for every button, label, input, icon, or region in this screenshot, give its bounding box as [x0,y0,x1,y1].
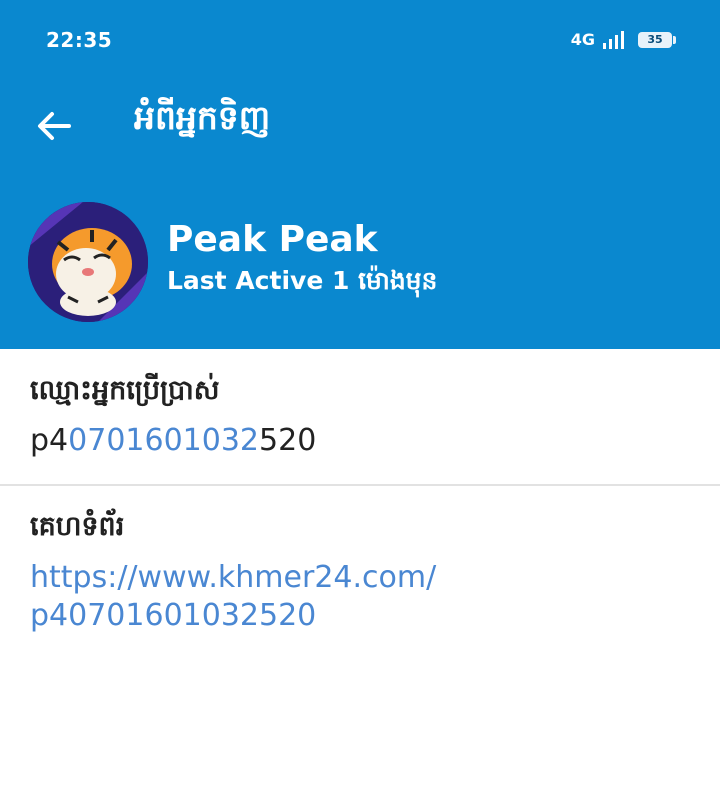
divider [0,484,720,486]
status-bar: 22:35 4G 35 [0,0,720,80]
tiger-avatar-icon [28,202,148,322]
page-title: អំពីអ្នកទិញ [134,98,271,137]
arrow-left-icon [38,112,71,140]
username-value: p40701601032520 [30,423,690,458]
profile-header: Peak Peak Last Active 1 ម៉ោងមុន [0,172,720,349]
battery-icon: 35 [638,31,676,48]
username-label: ឈ្មោះអ្នកប្រើប្រាស់ [30,375,220,406]
last-active-status: Last Active 1 ម៉ោងមុន [167,266,438,295]
website-label: គេហទំព័រ [30,511,125,542]
username-prefix: p4 [30,423,69,458]
username-section: ឈ្មោះអ្នកប្រើប្រាស់ p40701601032520 [30,374,690,458]
website-link[interactable]: https://www.khmer24.com/ p40701601032520 [30,559,690,635]
website-url-line2[interactable]: p40701601032520 [30,597,690,635]
profile-name: Peak Peak [167,219,378,260]
website-url-line1[interactable]: https://www.khmer24.com/ [30,559,690,597]
avatar[interactable] [28,202,148,322]
signal-icon [603,30,624,49]
website-section: គេហទំព័រ https://www.khmer24.com/ p40701… [30,510,690,635]
username-suffix: 520 [259,423,317,458]
app-bar: អំពីអ្នកទិញ [0,80,720,172]
network-label: 4G [570,30,595,49]
phone-link[interactable]: 0701601032 [68,423,259,458]
status-time: 22:35 [46,28,113,52]
back-button[interactable] [28,100,80,152]
status-icons: 4G 35 [570,30,676,49]
